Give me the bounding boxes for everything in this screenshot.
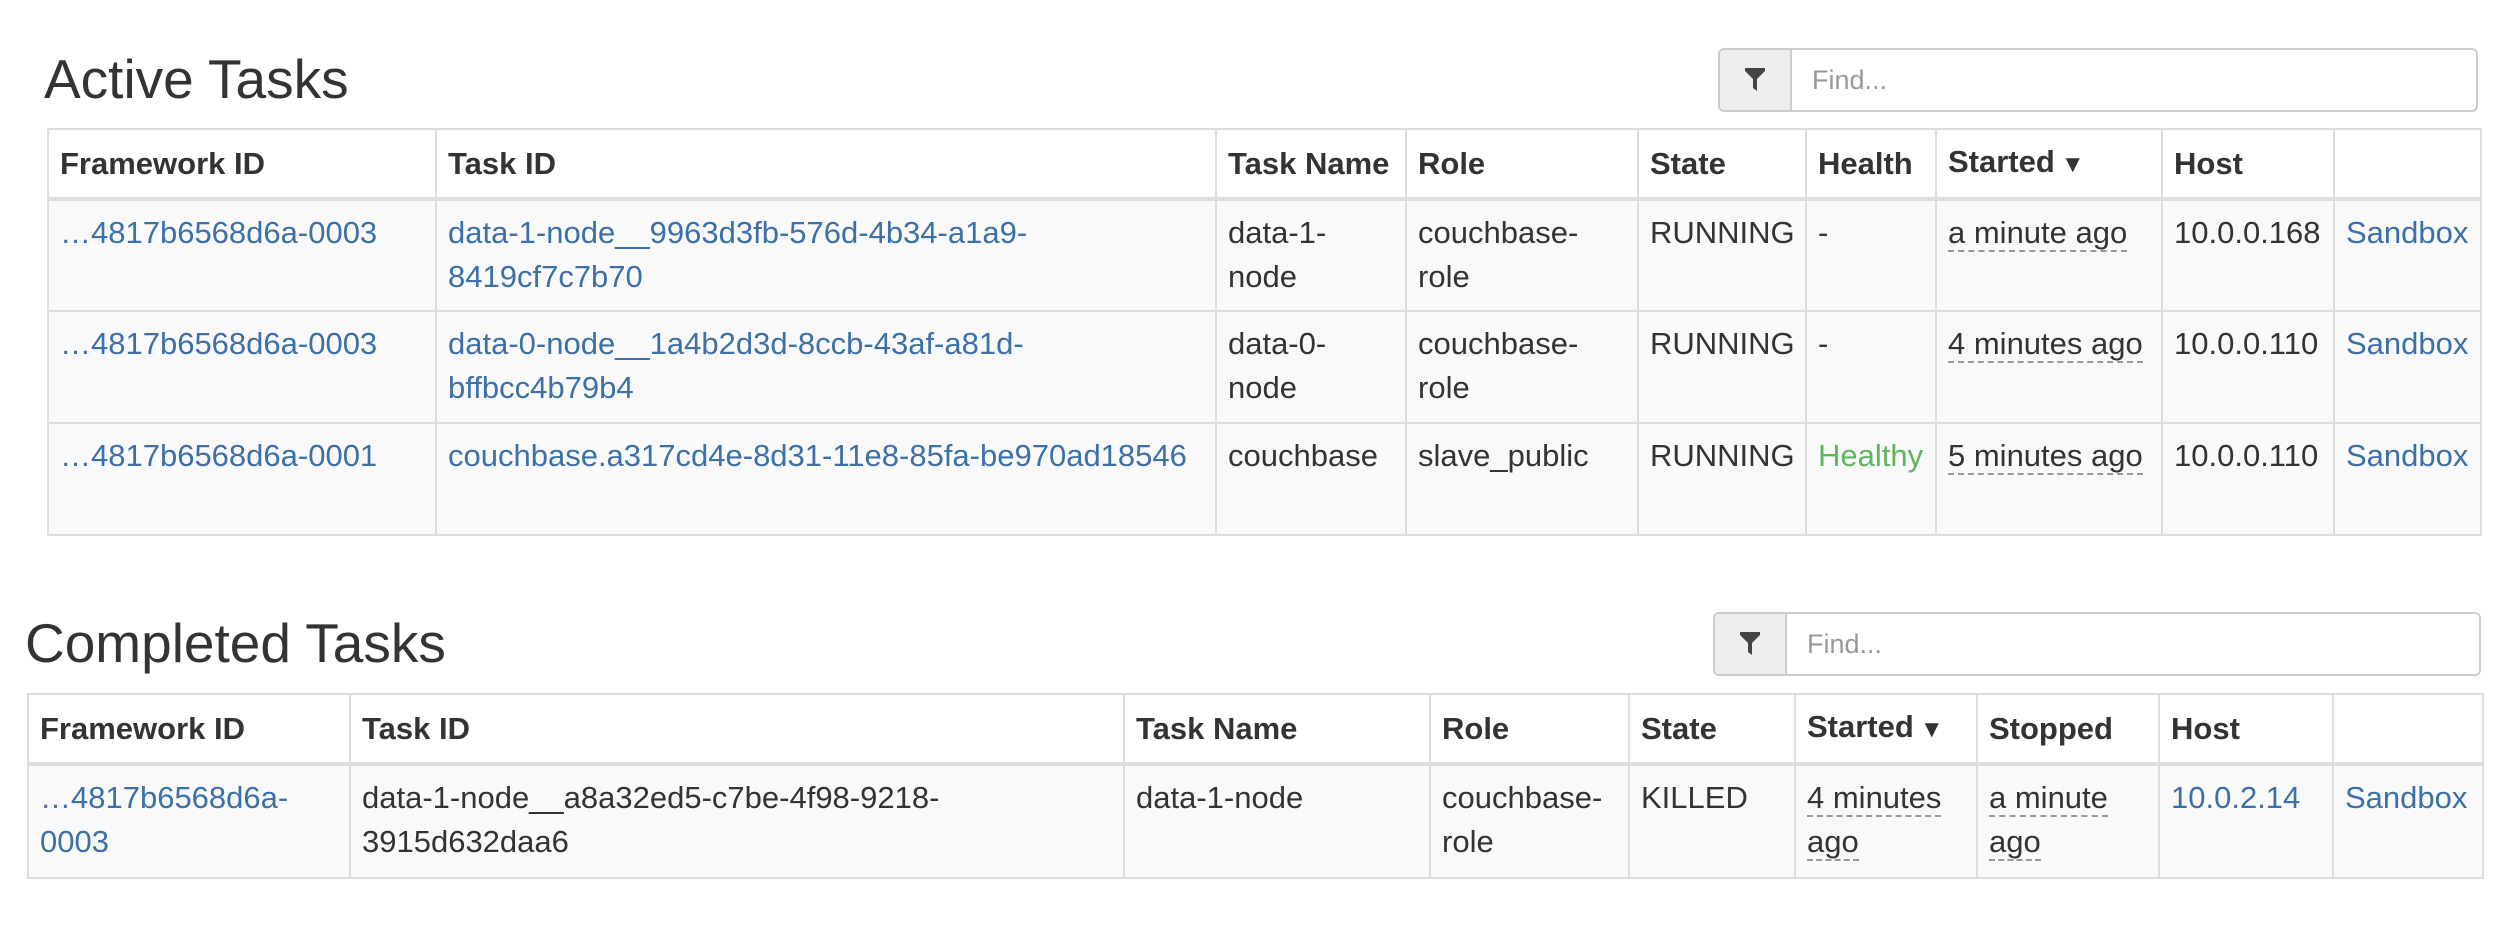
- task-role: couchbase-role: [1405, 310, 1639, 424]
- active-search-box: [1718, 48, 2478, 112]
- sandbox-link[interactable]: Sandbox: [2346, 326, 2468, 361]
- task-name: couchbase: [1215, 422, 1407, 536]
- col-task-id[interactable]: Task ID: [349, 693, 1125, 766]
- task-state: RUNNING: [1637, 198, 1807, 312]
- table-row: …4817b6568d6a- 0003 data-1-node__a8a32ed5…: [27, 763, 2484, 879]
- task-health: -: [1805, 310, 1937, 424]
- task-role: couchbase-role: [1405, 198, 1639, 312]
- task-state: KILLED: [1628, 763, 1796, 879]
- filter-icon: [1745, 68, 1765, 91]
- task-host: 10.0.0.110: [2161, 310, 2335, 424]
- task-host: 10.0.0.168: [2161, 198, 2335, 312]
- col-role[interactable]: Role: [1405, 128, 1639, 201]
- framework-id-link[interactable]: …4817b6568d6a-0003: [40, 780, 288, 859]
- col-actions: [2333, 128, 2482, 201]
- col-role[interactable]: Role: [1429, 693, 1630, 766]
- sandbox-link[interactable]: Sandbox: [2345, 780, 2467, 815]
- task-state: RUNNING: [1637, 422, 1807, 536]
- col-task-name[interactable]: Task Name: [1215, 128, 1407, 201]
- task-name: data-1-node: [1123, 763, 1431, 879]
- started-time[interactable]: 5 minutes ago: [1948, 438, 2143, 475]
- col-task-name[interactable]: Task Name: [1123, 693, 1431, 766]
- sort-desc-icon: ▼: [1919, 716, 1944, 743]
- col-framework-id[interactable]: Framework ID: [47, 128, 437, 201]
- active-header-row: Framework ID Task ID Task Name Role Stat…: [47, 128, 2482, 201]
- col-health[interactable]: Health: [1805, 128, 1937, 201]
- sandbox-link[interactable]: Sandbox: [2346, 215, 2468, 250]
- col-task-id[interactable]: Task ID: [435, 128, 1217, 201]
- col-started[interactable]: Started ▼: [1935, 128, 2163, 201]
- active-tasks-table: Framework ID Task ID Task Name Role Stat…: [47, 128, 2482, 536]
- col-host[interactable]: Host: [2161, 128, 2335, 201]
- framework-id-link[interactable]: …4817b6568d6a-0003: [60, 326, 377, 361]
- task-id-link[interactable]: couchbase.a317cd4e-8d31-11e8-85fa-be970a…: [448, 438, 1187, 473]
- task-id: data-1-node__a8a32ed5-c7be-4f98-9218- 391…: [349, 763, 1125, 879]
- started-time[interactable]: 4 minutes ago: [1948, 326, 2143, 363]
- started-time-cont[interactable]: ago: [1807, 824, 1859, 861]
- started-time-cell: 4 minutes ago: [1794, 763, 1978, 879]
- col-started-label: Started: [1807, 709, 1914, 744]
- task-name: data-0- node: [1215, 310, 1407, 424]
- col-started-label: Started: [1948, 144, 2055, 179]
- sandbox-link[interactable]: Sandbox: [2346, 438, 2468, 473]
- stopped-time-cell: a minute ago: [1976, 763, 2160, 879]
- table-row: …4817b6568d6a-0001 couchbase.a317cd4e-8d…: [47, 422, 2482, 536]
- task-id-link[interactable]: data-1-node__9963d3fb-576d-4b34-a1a9- 841…: [448, 215, 1027, 294]
- table-row: …4817b6568d6a-0003 data-1-node__9963d3fb…: [47, 198, 2482, 312]
- col-started[interactable]: Started ▼: [1794, 693, 1978, 766]
- filter-icon: [1740, 632, 1760, 655]
- task-health: -: [1805, 198, 1937, 312]
- task-role: slave_public: [1405, 422, 1639, 536]
- table-row: …4817b6568d6a-0003 data-0-node__1a4b2d3d…: [47, 310, 2482, 424]
- completed-search-input[interactable]: [1787, 614, 2479, 674]
- started-time[interactable]: a minute ago: [1948, 215, 2128, 252]
- completed-search-box: [1713, 612, 2481, 676]
- framework-id-link[interactable]: …4817b6568d6a-0003: [60, 215, 377, 250]
- active-filter-button[interactable]: [1720, 50, 1792, 110]
- task-host: 10.0.0.110: [2161, 422, 2335, 536]
- col-stopped[interactable]: Stopped: [1976, 693, 2160, 766]
- host-link[interactable]: 10.0.2.14: [2171, 780, 2300, 815]
- active-tasks-title: Active Tasks: [44, 48, 349, 110]
- col-state[interactable]: State: [1628, 693, 1796, 766]
- col-state[interactable]: State: [1637, 128, 1807, 201]
- active-search-input[interactable]: [1792, 50, 2476, 110]
- task-name: data-1-node: [1215, 198, 1407, 312]
- stopped-time-cont[interactable]: ago: [1989, 824, 2041, 861]
- task-id-link[interactable]: data-0-node__1a4b2d3d-8ccb-43af-a81d-bff…: [448, 326, 1024, 405]
- stopped-time[interactable]: a minute: [1989, 780, 2108, 817]
- started-time[interactable]: 4 minutes: [1807, 780, 1942, 817]
- task-state: RUNNING: [1637, 310, 1807, 424]
- sort-desc-icon: ▼: [2060, 151, 2085, 178]
- task-health: Healthy: [1805, 422, 1937, 536]
- col-actions: [2332, 693, 2484, 766]
- col-framework-id[interactable]: Framework ID: [27, 693, 351, 766]
- framework-id-link[interactable]: …4817b6568d6a-0001: [60, 438, 377, 473]
- completed-filter-button[interactable]: [1715, 614, 1787, 674]
- task-role: couchbase-role: [1429, 763, 1630, 879]
- completed-tasks-title: Completed Tasks: [25, 612, 446, 674]
- col-host[interactable]: Host: [2158, 693, 2334, 766]
- completed-tasks-table: Framework ID Task ID Task Name Role Stat…: [27, 693, 2484, 879]
- completed-header-row: Framework ID Task ID Task Name Role Stat…: [27, 693, 2484, 766]
